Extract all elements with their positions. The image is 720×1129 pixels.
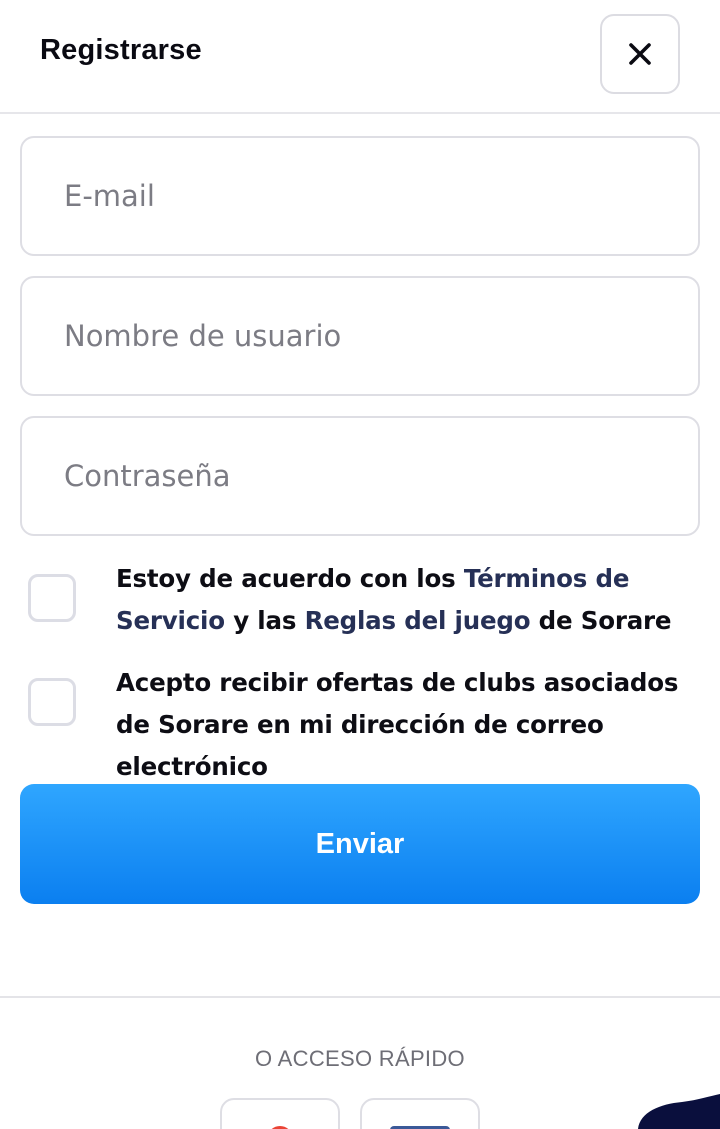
terms-checkbox[interactable] bbox=[28, 574, 76, 622]
decorative-blob bbox=[630, 1090, 720, 1129]
close-button[interactable] bbox=[600, 14, 680, 94]
quick-access-label: O ACCESO RÁPIDO bbox=[255, 1046, 465, 1071]
terms-text-after: de Sorare bbox=[530, 606, 672, 635]
signup-page: Registrarse Estoy de acuerdo con los Tér… bbox=[0, 0, 720, 1129]
google-login-button[interactable] bbox=[220, 1098, 340, 1129]
terms-label: Estoy de acuerdo con los Términos de Ser… bbox=[116, 558, 706, 642]
section-divider bbox=[0, 996, 720, 998]
modal-header: Registrarse bbox=[0, 0, 720, 114]
email-field-wrapper bbox=[20, 136, 700, 256]
username-field[interactable] bbox=[22, 278, 698, 394]
page-title: Registrarse bbox=[40, 34, 202, 66]
password-field[interactable] bbox=[22, 418, 698, 534]
password-field-wrapper bbox=[20, 416, 700, 536]
offers-checkbox[interactable] bbox=[28, 678, 76, 726]
terms-text-before: Estoy de acuerdo con los bbox=[116, 564, 464, 593]
facebook-login-button[interactable] bbox=[360, 1098, 480, 1129]
submit-button[interactable]: Enviar bbox=[20, 784, 700, 904]
email-field[interactable] bbox=[22, 138, 698, 254]
game-rules-link[interactable]: Reglas del juego bbox=[305, 606, 531, 635]
close-icon bbox=[628, 42, 652, 66]
terms-text-middle: y las bbox=[224, 606, 305, 635]
username-field-wrapper bbox=[20, 276, 700, 396]
offers-label: Acepto recibir ofertas de clubs asociado… bbox=[116, 668, 679, 781]
